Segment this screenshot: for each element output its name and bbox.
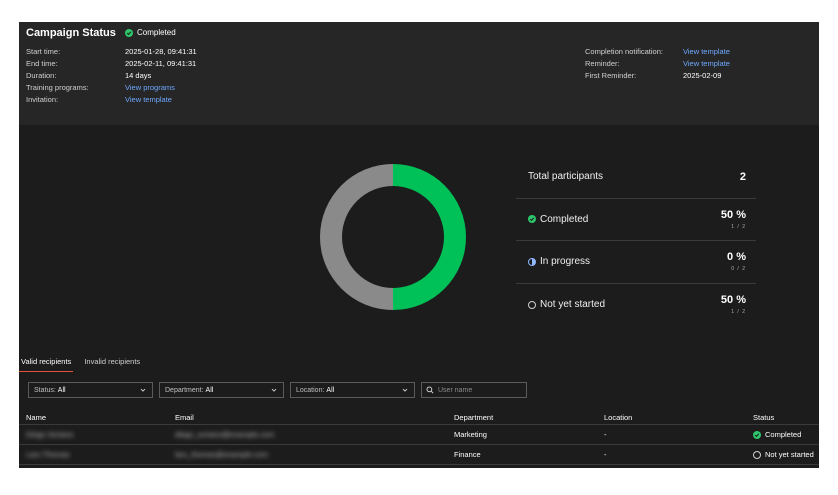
table-row[interactable]: Diego Soriano diego_soriano@example.com …: [19, 425, 819, 445]
status-badge-label: Completed: [137, 28, 176, 37]
tab-valid-recipients[interactable]: Valid recipients: [19, 354, 74, 372]
table-header: Name Email Department Location Status: [19, 410, 819, 425]
empty-circle-icon: [753, 450, 761, 459]
stat-completed-text: Completed: [540, 213, 589, 225]
status-badge: Completed: [125, 28, 176, 37]
recipient-status-text: Not yet started: [765, 450, 814, 459]
empty-circle-icon: [528, 300, 536, 309]
end-time-label: End time:: [26, 59, 58, 68]
stat-not-started-row: Not yet started 50 % 1 / 2: [516, 284, 756, 327]
location-filter-select[interactable]: Location: All: [290, 382, 415, 398]
column-header-name[interactable]: Name: [26, 410, 46, 424]
recipient-status: Completed: [753, 425, 801, 444]
duration-value: 14 days: [125, 71, 152, 80]
column-header-status[interactable]: Status: [753, 410, 774, 424]
stat-total-row: Total participants 2: [516, 156, 756, 199]
donut-slice-completed: [393, 164, 466, 310]
user-name-search[interactable]: [421, 382, 527, 398]
tab-invalid-recipients[interactable]: Invalid recipients: [82, 354, 142, 372]
info-values-right: View template View template 2025-02-09: [683, 46, 730, 82]
department-filter-label: Department:: [165, 386, 204, 394]
check-circle-icon: [125, 28, 133, 37]
stat-completed-fraction: 1 / 2: [731, 223, 746, 230]
first-reminder-value: 2025-02-09: [683, 71, 722, 80]
location-filter-value: All: [326, 386, 335, 394]
check-circle-icon: [753, 430, 761, 439]
column-header-department[interactable]: Department: [454, 410, 493, 424]
view-programs-link[interactable]: View programs: [125, 82, 197, 94]
stat-completed-label: Completed: [528, 214, 588, 225]
completion-notification-label: Completion notification:: [585, 47, 663, 56]
stat-completed-row: Completed 50 % 1 / 2: [516, 199, 756, 241]
status-filter-select[interactable]: Status: All: [28, 382, 153, 398]
first-reminder-label: First Reminder:: [585, 71, 637, 80]
recipient-status: Not yet started: [753, 445, 814, 464]
stat-not-started-percent: 50 %: [720, 293, 746, 306]
reminder-label: Reminder:: [585, 59, 620, 68]
reminder-view-template-link[interactable]: View template: [683, 58, 730, 70]
recipient-email: diego_soriano@example.com: [175, 430, 275, 439]
recipient-department: Marketing: [454, 430, 487, 439]
recipient-email: lars_thomas@example.com: [175, 450, 269, 459]
location-filter-label: Location:: [296, 386, 325, 394]
department-filter-select[interactable]: Department: All: [159, 382, 284, 398]
completion-view-template-link[interactable]: View template: [683, 46, 730, 58]
end-time-value: 2025-02-11, 09:41:31: [125, 59, 197, 68]
column-header-location[interactable]: Location: [604, 410, 632, 424]
info-labels-left: Start time: End time: Duration: Training…: [26, 46, 89, 106]
stat-in-progress-label: In progress: [528, 256, 590, 267]
chevron-down-icon: [402, 388, 408, 392]
department-filter-value: All: [205, 386, 214, 394]
stat-not-started-fraction: 1 / 2: [731, 308, 746, 315]
search-icon: [426, 386, 434, 394]
stat-in-progress-fraction: 0 / 2: [731, 266, 746, 272]
stat-in-progress-row: In progress 0 % 0 / 2: [516, 241, 756, 284]
info-values-left: 2025-01-28, 09:41:31 2025-02-11, 09:41:3…: [125, 46, 197, 106]
recipient-location: -: [604, 450, 607, 459]
recipient-department: Finance: [454, 450, 481, 459]
recipients-table: Name Email Department Location Status Di…: [19, 410, 819, 465]
duration-label: Duration:: [26, 71, 57, 80]
stat-completed-percent: 50 %: [720, 208, 746, 221]
stat-not-started-label: Not yet started: [528, 299, 605, 310]
chevron-down-icon: [271, 388, 277, 392]
user-name-search-input[interactable]: [438, 386, 518, 394]
total-participants-label: Total participants: [528, 171, 604, 183]
campaign-status-panel: Campaign Status Completed Start time: En…: [19, 22, 819, 468]
participation-donut-chart: [320, 164, 466, 310]
column-header-email[interactable]: Email: [175, 410, 194, 424]
participant-stats: Total participants 2 Completed 50 % 1 / …: [516, 156, 756, 326]
donut-slice-not-yet-started: [320, 164, 393, 310]
stat-not-started-text: Not yet started: [540, 299, 606, 311]
status-filter-value: All: [57, 386, 66, 394]
invitation-label: Invitation:: [26, 95, 59, 104]
page-title: Campaign Status: [26, 27, 116, 39]
status-filter-label: Status:: [34, 386, 56, 394]
recipient-status-text: Completed: [765, 430, 802, 439]
half-circle-icon: [528, 257, 536, 266]
training-programs-label: Training programs:: [26, 83, 89, 92]
campaign-header: Campaign Status Completed Start time: En…: [19, 22, 819, 125]
table-row[interactable]: Lars Thomas lars_thomas@example.com Fina…: [19, 445, 819, 465]
recipient-name: Lars Thomas: [26, 450, 70, 459]
recipients-tabs: Valid recipients Invalid recipients: [19, 354, 151, 372]
chevron-down-icon: [140, 388, 146, 392]
check-circle-icon: [528, 215, 536, 224]
info-labels-right: Completion notification: Reminder: First…: [585, 46, 663, 82]
stat-in-progress-percent: 0 %: [727, 251, 746, 263]
recipient-name: Diego Soriano: [26, 430, 74, 439]
start-time-value: 2025-01-28, 09:41:31: [125, 47, 197, 56]
invitation-view-template-link[interactable]: View template: [125, 94, 197, 106]
start-time-label: Start time:: [26, 47, 61, 56]
recipient-location: -: [604, 430, 607, 439]
stat-in-progress-text: In progress: [540, 256, 591, 268]
total-participants-value: 2: [739, 170, 746, 183]
filter-bar: Status: All Department: All Location: Al…: [28, 382, 527, 398]
